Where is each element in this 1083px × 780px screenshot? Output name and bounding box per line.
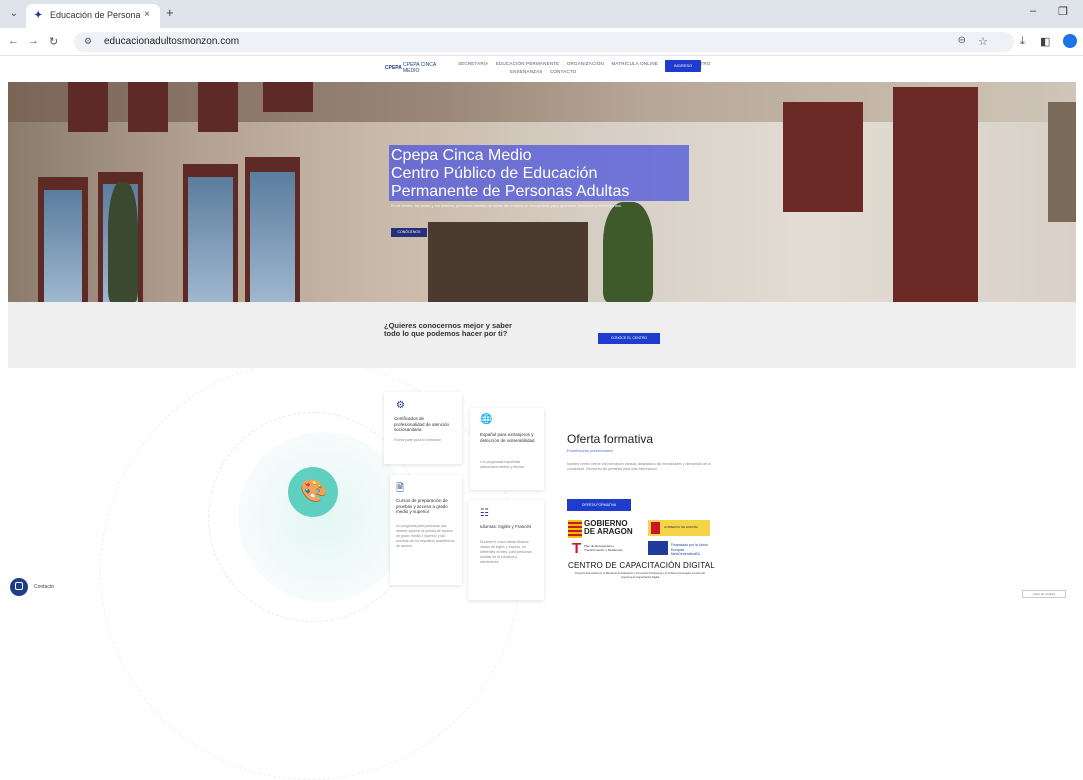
logo-mark: CPEPA	[385, 65, 402, 71]
chat-bubble-icon	[15, 582, 23, 590]
eu-funding-text: Financiado por la Unión Europea NextGene…	[671, 543, 708, 556]
hero-title-line-1: Cpepa Cinca Medio	[391, 147, 532, 164]
nav-link[interactable]: CONTACTO	[550, 69, 576, 74]
maximize-icon[interactable]: ❐	[1058, 5, 1068, 18]
entrance-gate	[428, 222, 588, 302]
spain-logo-text: GOBIERNO DE ESPAÑA	[664, 525, 698, 529]
address-bar: ← → ↻ ⚙ educacionadultosmonzon.com ⊖ ☆ ⤓…	[0, 28, 1083, 56]
download-icon[interactable]: ⤓	[1020, 35, 1025, 48]
palette-icon: 🎨	[300, 478, 328, 503]
recovery-plan-logo: T Plan de Recuperación, Transformación y…	[572, 541, 632, 557]
ccd-subtitle: Proyecto financiado por el Ministerio de…	[575, 572, 705, 579]
card-body: Los programas españoles adicionales medi…	[480, 460, 525, 469]
card-body: Durante el curso desarrollamos clases de…	[480, 540, 532, 564]
reload-icon[interactable]: ↻	[49, 35, 58, 48]
browser-tab-strip: ⌄ ✦ Educación de Personas Adultas × + – …	[0, 0, 1083, 28]
browser-tab[interactable]: ✦ Educación de Personas Adultas ×	[26, 4, 160, 28]
hero-title-line-3: Permanente de Personas Adultas	[391, 183, 630, 200]
building-window	[783, 102, 863, 212]
building-window	[263, 82, 313, 112]
url-input[interactable]: ⚙ educacionadultosmonzon.com ⊖ ☆	[74, 32, 1014, 52]
logo-text: CPEPA CINCA MEDIO	[403, 62, 436, 74]
know-us-button[interactable]: CONOCE EL CENTRO	[598, 333, 660, 344]
card-title: Idiomas: Inglés y Francés	[480, 524, 532, 529]
bookmark-star-icon[interactable]: ☆	[978, 35, 988, 48]
course-card[interactable]: 🗎 Cursos de preparación de pruebas y acc…	[390, 475, 462, 585]
tree	[603, 202, 653, 302]
tab-title: Educación de Personas Adultas	[50, 10, 140, 20]
decorative-glow	[238, 432, 408, 602]
close-tab-icon[interactable]: ×	[144, 9, 150, 20]
site-logo[interactable]: CPEPA CPEPA CINCA MEDIO	[385, 60, 441, 78]
card-title: Certificados de profesionalidad de atenc…	[394, 416, 450, 432]
card-body: Forma parte para tu formación	[394, 438, 442, 442]
course-card[interactable]: 🌐 Español para extranjeros y detección d…	[470, 408, 544, 490]
cypress-tree	[108, 182, 138, 302]
cookie-settings-button[interactable]: Aviso de cookies	[1022, 590, 1066, 598]
window-glass	[250, 172, 295, 302]
forward-icon[interactable]: →	[28, 35, 39, 47]
course-card[interactable]: ☷ Idiomas: Inglés y Francés Durante el c…	[468, 500, 544, 600]
nav-link[interactable]: SECRETARÍA	[458, 61, 488, 66]
main-nav-row-2: ENSEÑANZAS CONTACTO	[510, 69, 582, 74]
oferta-title: Oferta formativa	[567, 432, 654, 446]
site-header: CPEPA CPEPA CINCA MEDIO SECRETARÍA EDUCA…	[0, 56, 1083, 82]
hero-title-line-2: Centro Público de Educación	[391, 165, 598, 182]
spain-shield-icon	[651, 522, 660, 534]
recovery-plan-text: Plan de Recuperación, Transformación y R…	[584, 544, 623, 552]
url-text: educacionadultosmonzon.com	[104, 36, 240, 47]
nav-link[interactable]: ENSEÑANZAS	[510, 69, 543, 74]
certificate-icon: ⚙	[396, 400, 405, 411]
hero-cta-button[interactable]: CONÓCENOS	[391, 228, 427, 237]
oferta-description: Nuestro centro ofrece una formación vari…	[567, 462, 711, 471]
oferta-subtitle[interactable]: Enseñanzas presenciales	[567, 448, 613, 453]
nav-link[interactable]: MATRÍCULA ONLINE	[611, 61, 658, 66]
facade-detail	[1048, 102, 1076, 222]
ccd-title: CENTRO DE CAPACITACIÓN DIGITAL	[568, 561, 715, 570]
aragon-flag-icon	[568, 520, 582, 538]
side-panel-icon[interactable]: ◧	[1040, 35, 1050, 48]
card-body: Un programa para personas que desean sup…	[396, 524, 455, 548]
course-card[interactable]: ⚙ Certificados de profesionalidad de ate…	[384, 392, 462, 464]
profile-avatar[interactable]	[1063, 34, 1077, 48]
back-icon[interactable]: ←	[8, 35, 19, 47]
oferta-button[interactable]: OFERTA FORMATIVA	[567, 499, 631, 511]
language-icon: ☷	[480, 508, 489, 519]
building-window	[198, 82, 238, 132]
eu-flag-icon	[648, 541, 668, 555]
zoom-icon[interactable]: ⊖	[958, 35, 966, 46]
nav-link[interactable]: EDUCACIÓN PERMANENTE	[496, 61, 560, 66]
building-door	[893, 87, 978, 302]
gov-line-2: DE ARAGON	[584, 527, 633, 536]
know-us-section: ¿Quieres conocernos mejor y saber todo l…	[8, 302, 1076, 368]
gobierno-aragon-logo: GOBIERNO DE ARAGON	[568, 520, 640, 538]
new-tab-button[interactable]: +	[166, 6, 174, 20]
recovery-plan-mark-icon: T	[572, 540, 582, 557]
site-favicon-icon: ✦	[34, 10, 43, 21]
globe-icon: 🌐	[480, 414, 493, 425]
chat-label[interactable]: Contacto	[34, 584, 54, 590]
window-glass	[44, 190, 82, 302]
gobierno-espana-logo: GOBIERNO DE ESPAÑA	[648, 520, 710, 536]
card-title: Español para extranjeros y detección de …	[480, 432, 535, 443]
gov-logo-text: GOBIERNO DE ARAGON	[584, 520, 633, 536]
site-info-icon[interactable]: ⚙	[84, 36, 92, 47]
nav-link[interactable]: ORGANIZACIÓN	[567, 61, 604, 66]
minimize-icon[interactable]: –	[1030, 5, 1036, 17]
know-us-heading: ¿Quieres conocernos mejor y saber todo l…	[384, 321, 512, 338]
tab-search-icon[interactable]: ⌄	[6, 6, 22, 22]
hero-description: En el centro, las aulas y los talleres, …	[391, 203, 623, 208]
building-window	[128, 82, 168, 132]
document-icon: 🗎	[396, 483, 405, 494]
building-window	[68, 82, 108, 132]
card-title: Cursos de preparación de pruebas y acces…	[396, 498, 448, 514]
header-cta-button[interactable]: INGRESO	[665, 60, 701, 72]
window-glass	[188, 177, 233, 302]
